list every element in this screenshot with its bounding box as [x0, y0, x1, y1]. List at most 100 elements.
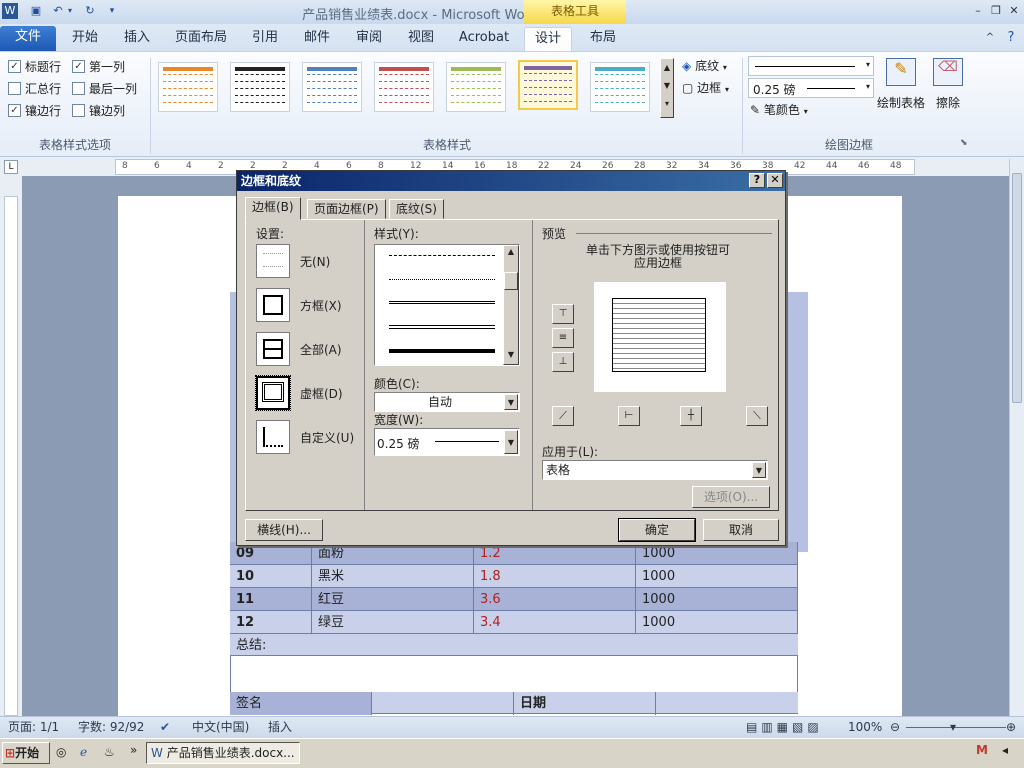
quicklaunch-icon[interactable]: ◎ — [56, 745, 66, 759]
setting-grid-icon[interactable] — [255, 375, 291, 411]
table-summary-row[interactable]: 总结: — [230, 634, 798, 656]
option-last-column[interactable]: 最后一列 — [72, 78, 137, 98]
vertical-ruler[interactable] — [4, 196, 18, 716]
chevron-down-icon[interactable]: ▼ — [504, 430, 518, 454]
zoom-out-icon[interactable]: ⊖ — [890, 717, 900, 737]
date-value-cell[interactable] — [656, 692, 798, 715]
view-buttons-icon[interactable]: ▤▥▦▧▨ — [746, 717, 823, 737]
setting-custom-label[interactable]: 自定义(U) — [300, 430, 354, 446]
table-style-swatch[interactable] — [590, 62, 650, 112]
option-header-row[interactable]: ✓ 标题行 — [8, 56, 61, 76]
line-style-item[interactable] — [389, 301, 495, 304]
close-icon[interactable]: ✕ — [767, 173, 783, 188]
taskbar-word-item[interactable]: W 产品销售业绩表.docx... — [146, 742, 300, 764]
proofing-icon[interactable]: ✔ — [160, 717, 170, 737]
zoom-slider-thumb[interactable]: ▾ — [950, 717, 956, 737]
style-list-scrollbar[interactable]: ▲ ▼ — [503, 245, 519, 365]
checkbox-icon[interactable]: ✓ — [8, 104, 21, 117]
horizontal-line-button[interactable]: 横线(H)... — [245, 519, 323, 541]
ie-icon[interactable]: ℯ — [80, 745, 87, 759]
status-insert-mode[interactable]: 插入 — [268, 717, 292, 737]
checkbox-icon[interactable] — [8, 82, 21, 95]
scrollbar-thumb[interactable] — [1012, 173, 1022, 403]
line-style-item[interactable] — [389, 325, 495, 329]
table-style-swatch[interactable] — [446, 62, 506, 112]
summary-body-cell[interactable] — [230, 656, 798, 692]
chevron-down-icon[interactable]: ▼ — [504, 394, 518, 410]
tab-file[interactable]: 文件 — [0, 26, 56, 51]
tab-design[interactable]: 设计 — [524, 27, 572, 51]
ok-button[interactable]: 确定 — [618, 518, 696, 542]
table-style-swatch[interactable] — [374, 62, 434, 112]
setting-all-label[interactable]: 全部(A) — [300, 342, 342, 358]
inside-vertical-button[interactable]: ┼ — [680, 406, 702, 426]
setting-none-label[interactable]: 无(N) — [300, 254, 330, 270]
eraser-button[interactable]: ⌫ 擦除 — [928, 58, 968, 118]
table-row[interactable]: 10 黑米 1.8 1000 — [230, 565, 798, 588]
draw-table-button[interactable]: ✎ 绘制表格 — [876, 58, 926, 118]
tab-shading[interactable]: 底纹(S) — [389, 199, 444, 219]
tab-selector-icon[interactable]: L — [4, 160, 18, 174]
pen-weight-dropdown[interactable]: 0.25 磅 ▾ — [748, 78, 874, 98]
checkbox-icon[interactable] — [72, 104, 85, 117]
preview-area[interactable] — [594, 282, 726, 392]
line-style-item[interactable] — [389, 279, 495, 280]
diagonal-down-button[interactable]: ⟍ — [746, 406, 768, 426]
status-page[interactable]: 页面: 1/1 — [8, 717, 59, 737]
line-style-item[interactable] — [389, 349, 495, 353]
tab-insert[interactable]: 插入 — [114, 27, 160, 51]
tray-icon[interactable]: ◂ — [1002, 743, 1008, 757]
setting-all-icon[interactable] — [256, 332, 290, 366]
color-dropdown[interactable]: 自动 ▼ — [374, 392, 520, 412]
tab-borders[interactable]: 边框(B) — [245, 197, 301, 220]
status-language[interactable]: 中文(中国) — [192, 717, 249, 737]
table-row[interactable]: 11 红豆 3.6 1000 — [230, 588, 798, 611]
table-row[interactable]: 12 绿豆 3.4 1000 — [230, 611, 798, 634]
setting-box-label[interactable]: 方框(X) — [300, 298, 342, 314]
help-icon[interactable]: ? — [749, 173, 765, 188]
tab-page-layout[interactable]: 页面布局 — [168, 27, 234, 51]
table-style-swatch[interactable] — [230, 62, 290, 112]
pen-style-dropdown[interactable]: ▾ — [748, 56, 874, 76]
bottom-border-button[interactable]: ⊥ — [552, 352, 574, 372]
minimize-icon[interactable]: – — [970, 3, 986, 19]
tab-page-border[interactable]: 页面边框(P) — [307, 199, 386, 219]
width-dropdown[interactable]: 0.25 磅 ▼ — [374, 428, 520, 456]
option-banded-columns[interactable]: 镶边列 — [72, 100, 125, 120]
checkbox-icon[interactable]: ✓ — [8, 60, 21, 73]
setting-custom-icon[interactable] — [256, 420, 290, 454]
zoom-level[interactable]: 100% — [848, 717, 882, 737]
status-word-count[interactable]: 字数: 92/92 — [78, 717, 144, 737]
tab-references[interactable]: 引用 — [242, 27, 288, 51]
chevron-down-icon[interactable]: ▼ — [752, 462, 766, 478]
minimize-ribbon-icon[interactable]: ^ — [982, 27, 998, 51]
options-button[interactable]: 选项(O)... — [692, 486, 770, 508]
dialog-launcher-icon[interactable]: ⬊ — [960, 138, 968, 148]
tab-review[interactable]: 审阅 — [346, 27, 392, 51]
quicklaunch-icon[interactable]: ♨ — [104, 745, 115, 759]
borders-button[interactable]: ▢ 边框 ▾ — [682, 78, 729, 98]
line-style-list[interactable]: ▲ ▼ — [374, 244, 520, 366]
diagonal-up-button[interactable]: ⟋ — [552, 406, 574, 426]
sign-value-cell[interactable] — [372, 692, 514, 715]
tray-icon[interactable]: M — [976, 743, 988, 757]
zoom-in-icon[interactable]: ⊕ — [1006, 717, 1016, 737]
tab-view[interactable]: 视图 — [398, 27, 444, 51]
vertical-scrollbar[interactable] — [1009, 159, 1024, 716]
option-first-column[interactable]: ✓ 第一列 — [72, 56, 125, 76]
help-icon[interactable]: ? — [1002, 27, 1020, 51]
setting-none-icon[interactable] — [256, 244, 290, 278]
top-border-button[interactable]: ⊤ — [552, 304, 574, 324]
option-banded-rows[interactable]: ✓ 镶边行 — [8, 100, 61, 120]
restore-icon[interactable]: ❐ — [988, 3, 1004, 19]
tab-mailings[interactable]: 邮件 — [294, 27, 340, 51]
pen-color-button[interactable]: ✎ 笔颜色 ▾ — [750, 100, 808, 120]
apply-to-dropdown[interactable]: 表格 ▼ — [542, 460, 768, 480]
close-icon[interactable]: ✕ — [1006, 3, 1022, 19]
shading-button[interactable]: ◈ 底纹 ▾ — [682, 56, 727, 76]
cancel-button[interactable]: 取消 — [703, 519, 779, 541]
setting-box-icon[interactable] — [256, 288, 290, 322]
table-style-swatch[interactable] — [302, 62, 362, 112]
gallery-scroll-buttons[interactable]: ▲ ▼ ▾ — [660, 58, 674, 118]
table-style-swatch[interactable] — [158, 62, 218, 112]
